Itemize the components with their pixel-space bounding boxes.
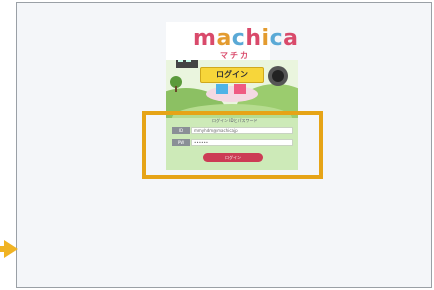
pointer-arrow-icon — [4, 240, 18, 258]
pink-character-icon — [234, 84, 246, 94]
logo-letter-6: c — [269, 26, 284, 51]
tree-trunk-icon — [175, 86, 177, 92]
machica-logo: machica — [193, 27, 298, 51]
highlight-box — [142, 111, 323, 179]
logo-letter-3: c — [231, 26, 246, 51]
tunnel-hole-icon — [272, 70, 284, 82]
train-window-icon — [178, 60, 183, 62]
logo-letter-4: h — [245, 26, 262, 51]
train-window-icon — [186, 60, 191, 62]
blue-character-icon — [216, 84, 228, 94]
cloud-icon — [206, 86, 258, 102]
logo-letter-5: i — [261, 26, 270, 51]
logo-letter-1: m — [193, 26, 217, 51]
logo-letter-2: a — [216, 26, 232, 51]
logo-letter-7: a — [283, 26, 299, 51]
login-banner: ログイン — [200, 67, 264, 83]
